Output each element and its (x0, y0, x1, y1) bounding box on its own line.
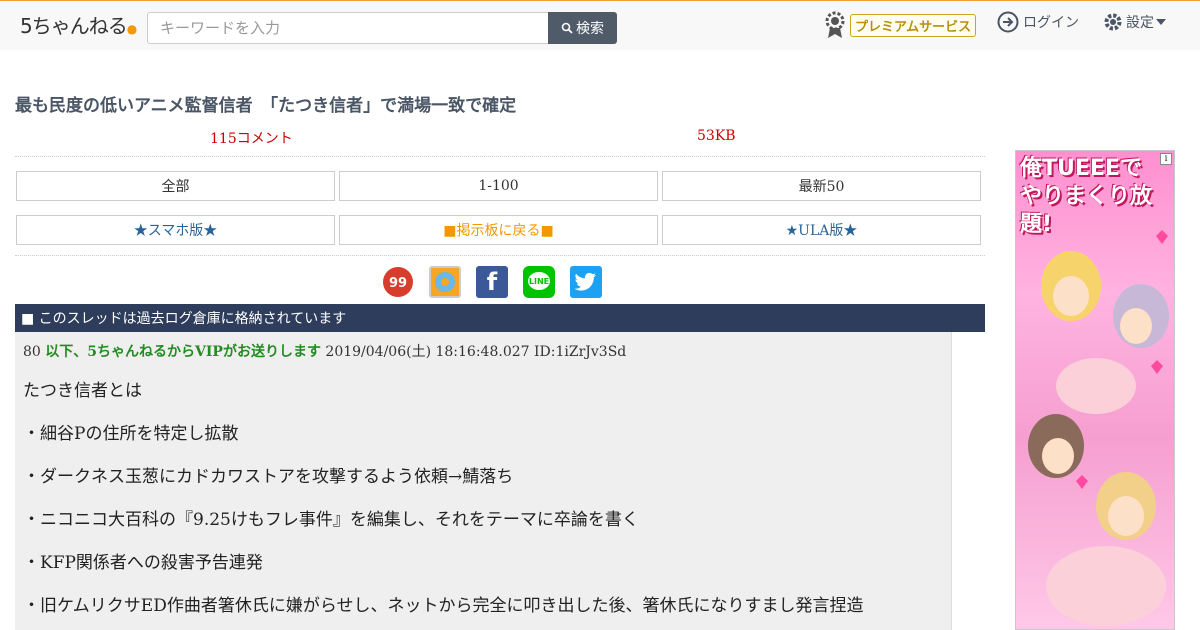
logo-text: 5ちゃんねる (20, 14, 128, 38)
nav-all-button[interactable]: 全部 (16, 171, 335, 201)
premium-badge: プレミアムサービス (850, 13, 977, 37)
share-icons: 99 f LINE (382, 266, 602, 298)
twitter-icon[interactable] (570, 266, 602, 298)
post-line: たつき信者とは (23, 381, 142, 401)
gear-icon (1104, 13, 1122, 31)
post-line: ・細谷Pの住所を特定し拡散 (23, 424, 239, 444)
award-icon (825, 11, 845, 38)
ad-info-icon[interactable]: i (1160, 153, 1172, 165)
login-icon (997, 11, 1019, 33)
nav-smartphone-button[interactable]: ★スマホ版★ (16, 215, 335, 245)
top-bar: 5ちゃんねる● 検索 プレミアムサービス ログイン 設定 (0, 0, 1200, 50)
divider (15, 156, 985, 157)
nav-back-to-board-button[interactable]: ■掲示板に戻る■ (339, 215, 658, 245)
thread-size: 53KB (697, 128, 736, 144)
ad-illustration (1028, 230, 1169, 626)
line-icon[interactable]: LINE (523, 266, 555, 298)
login-link[interactable]: ログイン (997, 11, 1079, 33)
post-line: ・KFP関係者への殺害予告連発 (23, 553, 263, 573)
premium-link[interactable]: プレミアムサービス (824, 11, 977, 39)
post-line: ・ダークネス玉葱にカドカワストアを攻撃するよう依頼→鯖落ち (23, 467, 514, 487)
svg-text:LINE: LINE (529, 277, 549, 286)
thread-title: 最も民度の低いアニメ監督信者 「たつき信者」で満場一致で確定 (15, 96, 517, 116)
svg-text:99: 99 (389, 276, 407, 291)
post-header: 80 以下、5ちゃんねるからVIPがお送りします 2019/04/06(土) 1… (23, 341, 626, 361)
search-button[interactable]: 検索 (548, 12, 617, 44)
search-input[interactable] (147, 12, 549, 44)
settings-menu[interactable]: 設定 (1102, 11, 1166, 33)
5ch-icon[interactable]: 99 (382, 266, 414, 298)
nav-ula-button[interactable]: ★ULA版★ (662, 215, 981, 245)
blog-icon[interactable] (429, 266, 461, 298)
post-date: 2019/04/06(土) 18:16:48.027 (325, 344, 530, 360)
ad-title-line: 俺TUEEEで (1020, 156, 1142, 181)
divider (15, 255, 985, 256)
facebook-icon[interactable]: f (476, 266, 508, 298)
site-logo[interactable]: 5ちゃんねる● (20, 10, 138, 39)
post-line: ・ニコニコ大百科の『9.25けもフレ事件』を編集し、それをテーマに卒論を書く (23, 510, 639, 530)
post-number[interactable]: 80 (23, 344, 41, 360)
caret-down-icon (1156, 19, 1166, 25)
search-button-label: 検索 (576, 21, 604, 37)
post-line: ・旧ケムリクサED作曲者箸休氏に嫌がらせし、ネットから完全に叩き出した後、箸休氏… (23, 596, 864, 616)
advertisement[interactable]: 俺TUEEEで やりまくり放題! i (1015, 150, 1175, 630)
archive-notice: ■ このスレッドは過去ログ倉庫に格納されています (15, 304, 985, 332)
post-body: たつき信者とは ・細谷Pの住所を特定し拡散 ・ダークネス玉葱にカドカワストアを攻… (23, 370, 864, 628)
nav-1-100-button[interactable]: 1-100 (339, 171, 658, 201)
login-label: ログイン (1023, 15, 1079, 31)
search-icon (561, 22, 573, 34)
settings-label: 設定 (1126, 15, 1154, 31)
post: 80 以下、5ちゃんねるからVIPがお送りします 2019/04/06(土) 1… (15, 332, 952, 630)
nav-latest50-button[interactable]: 最新50 (662, 171, 981, 201)
post-name: 以下、5ちゃんねるからVIPがお送りします (45, 344, 321, 360)
post-id[interactable]: ID:1iZrJv3Sd (534, 344, 626, 360)
comment-count: 115コメント (210, 131, 293, 147)
logo-dot: ● (126, 22, 138, 36)
